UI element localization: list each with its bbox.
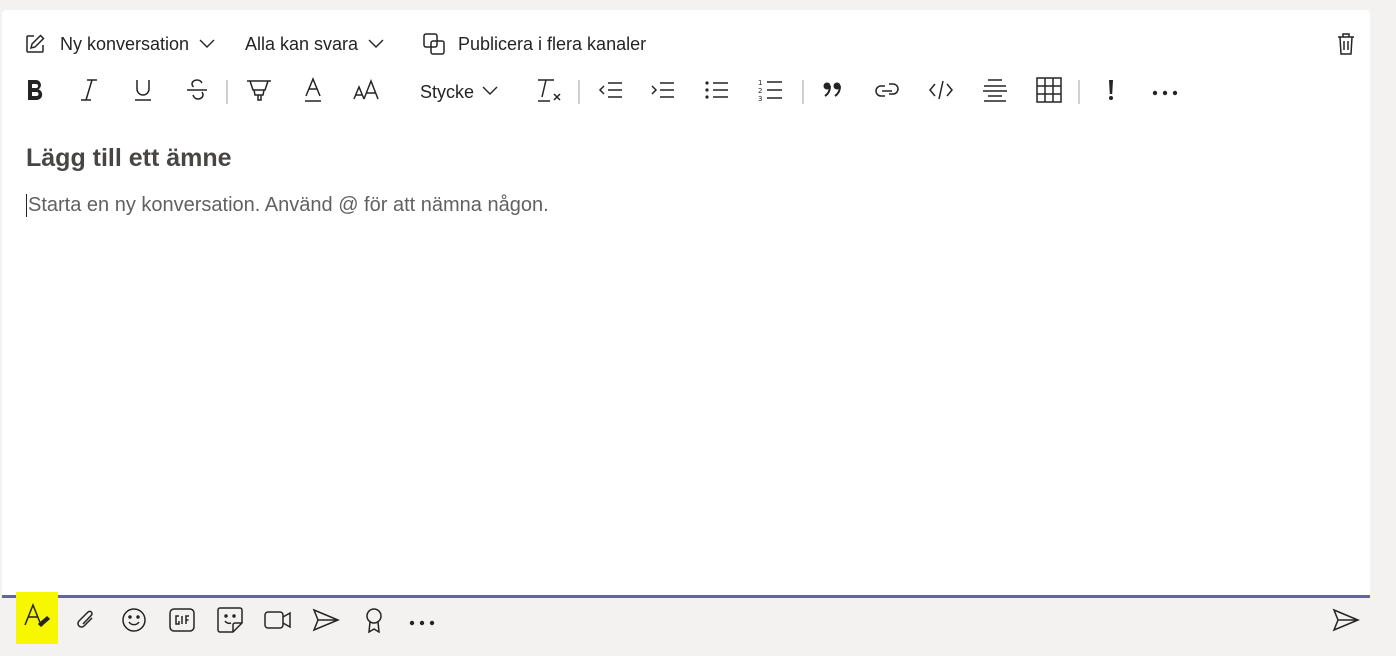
font-color-button[interactable] [298,74,328,110]
format-icon [23,602,51,634]
code-snippet-button[interactable] [926,74,956,110]
copy-channels-icon [422,32,446,56]
new-conversation-dropdown[interactable]: Ny konversation [24,27,215,61]
clear-formatting-button[interactable] [534,74,564,110]
clear-formatting-icon [536,77,562,108]
chevron-down-icon [199,39,215,49]
horizontal-rule-icon [982,77,1008,108]
discard-button[interactable] [1336,27,1356,61]
stream-button[interactable] [306,602,346,642]
meet-now-icon [264,609,292,636]
increase-indent-button[interactable] [648,74,678,110]
strikethrough-icon [185,78,209,107]
paragraph-style-label: Stycke [420,81,475,102]
stream-icon [312,608,340,637]
svg-text:1: 1 [758,79,762,87]
sticker-icon [217,606,243,638]
more-options-icon [1152,83,1178,101]
toolbar-separator [578,80,580,104]
toolbar-separator [226,80,228,104]
strikethrough-button[interactable] [182,74,212,110]
praise-button[interactable] [354,602,394,642]
praise-icon [364,607,384,638]
decrease-indent-icon [598,79,624,106]
decrease-indent-button[interactable] [596,74,626,110]
bulleted-list-button[interactable] [702,74,732,110]
more-format-options-button[interactable] [1150,74,1180,110]
compose-bottom-toolbar [0,592,1396,656]
underline-icon [133,78,153,107]
more-apps-icon [409,613,435,631]
insert-link-button[interactable] [872,74,902,110]
table-icon [1036,76,1062,108]
format-button[interactable] [16,592,58,644]
italic-icon [79,78,99,107]
numbered-list-button[interactable]: 123 [756,74,786,110]
mark-important-button[interactable] [1096,74,1126,110]
gif-icon [169,607,195,637]
chevron-down-icon [368,39,384,49]
format-toolbar: Stycke 123 [2,74,1370,110]
chevron-down-icon [482,83,498,101]
important-icon [1107,79,1115,106]
italic-button[interactable] [74,74,104,110]
quote-icon [822,81,844,104]
message-body-input[interactable]: Starta en ny konversation. Använd @ för … [26,194,549,217]
send-button[interactable] [1326,602,1366,642]
underline-button[interactable] [128,74,158,110]
emoji-icon [121,607,147,638]
compose-topbar: Ny konversation Alla kan svara Publicera… [2,27,1370,61]
font-size-icon [353,78,379,106]
insert-table-button[interactable] [1034,74,1064,110]
increase-indent-icon [650,79,676,106]
toolbar-separator [802,80,804,104]
trash-icon [1336,32,1356,56]
horizontal-rule-button[interactable] [980,74,1010,110]
link-icon [874,80,900,105]
font-color-icon [303,76,323,108]
attach-button[interactable] [66,602,106,642]
bold-icon [25,78,45,107]
attach-icon [75,607,97,638]
new-conversation-label: Ny konversation [60,33,190,54]
more-apps-button[interactable] [402,602,442,642]
bulleted-list-icon [704,79,730,106]
subject-input[interactable]: Lägg till ett ämne [26,144,232,173]
code-snippet-icon [928,78,954,107]
font-size-button[interactable] [350,74,382,110]
meet-now-button[interactable] [258,602,298,642]
reply-setting-label: Alla kan svara [245,33,359,54]
toolbar-separator [1078,80,1080,104]
sticker-button[interactable] [210,602,250,642]
publish-multiple-channels-button[interactable]: Publicera i flera kanaler [422,27,646,61]
quote-button[interactable] [818,74,848,110]
edit-icon [24,33,46,55]
highlight-icon [246,78,272,107]
svg-text:3: 3 [758,95,762,102]
highlight-button[interactable] [244,74,274,110]
publish-label: Publicera i flera kanaler [458,33,647,54]
bold-button[interactable] [20,74,50,110]
compose-box: Ny konversation Alla kan svara Publicera… [2,10,1370,598]
paragraph-style-dropdown[interactable]: Stycke [420,74,502,110]
gif-button[interactable] [162,602,202,642]
emoji-button[interactable] [114,602,154,642]
numbered-list-icon: 123 [758,78,784,107]
send-icon [1332,608,1360,637]
reply-setting-dropdown[interactable]: Alla kan svara [245,27,384,61]
svg-text:2: 2 [758,87,762,95]
